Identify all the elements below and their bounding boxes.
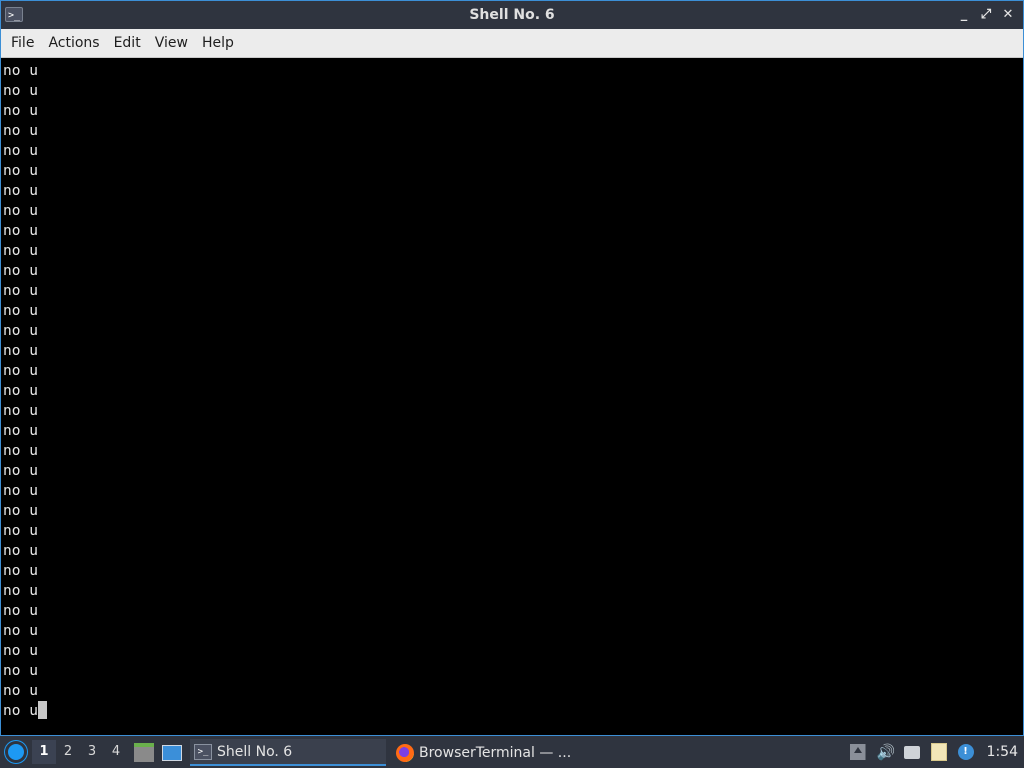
terminal-line: no u <box>3 163 38 179</box>
menu-view[interactable]: View <box>148 29 195 58</box>
terminal-line: no u <box>3 63 38 79</box>
menu-bar: File Actions Edit View Help <box>1 29 1023 58</box>
terminal-line: no u <box>3 243 38 259</box>
desktop-4-button[interactable]: 4 <box>104 740 128 764</box>
volume-icon[interactable]: 🔊 <box>877 744 896 760</box>
terminal-line: no u <box>3 643 38 659</box>
terminal-line: no u <box>3 543 38 559</box>
file-manager-icon[interactable] <box>134 743 154 762</box>
terminal-line: no u <box>3 503 38 519</box>
window-title: Shell No. 6 <box>469 7 555 23</box>
terminal-line: no u <box>3 463 38 479</box>
terminal-output[interactable]: no u no u no u no u no u no u no u no u no u no u… <box>1 59 1023 735</box>
terminal-line: no u <box>3 123 38 139</box>
firefox-icon <box>396 743 414 762</box>
task-shell-label: Shell No. 6 <box>217 743 293 760</box>
close-button[interactable]: ✕ <box>999 6 1017 24</box>
clipboard-icon[interactable] <box>930 743 947 761</box>
terminal-line: no u <box>3 223 38 239</box>
desktop-3-button[interactable]: 3 <box>80 740 104 764</box>
terminal-line: no u <box>3 283 38 299</box>
terminal-scrollbar[interactable] <box>1011 59 1023 735</box>
terminal-line: no u <box>3 563 38 579</box>
notification-icon[interactable]: ! <box>957 744 974 760</box>
terminal-line: no u <box>3 303 38 319</box>
terminal-cursor <box>37 701 47 719</box>
terminal-line: no u <box>3 263 38 279</box>
show-desktop-icon[interactable] <box>162 745 182 761</box>
terminal-lines: no u no u no u no u no u no u no u no u no u no u… <box>3 61 47 721</box>
terminal-line: no u <box>3 523 38 539</box>
terminal-line: no u <box>3 103 38 119</box>
terminal-line: no u <box>3 363 38 379</box>
desktop-switcher: 1 2 3 4 <box>32 740 128 764</box>
window-controls: _ ⤢ ✕ <box>955 1 1017 29</box>
terminal-line: no u <box>3 143 38 159</box>
taskbar: 1 2 3 4 >_ Shell No. 6 BrowserTerminal —… <box>0 736 1024 768</box>
terminal-line: no u <box>3 343 38 359</box>
terminal-line: no u <box>3 423 38 439</box>
terminal-prompt-line: no u <box>3 701 47 721</box>
menu-file[interactable]: File <box>4 29 41 58</box>
terminal-window: >_ Shell No. 6 _ ⤢ ✕ File Actions Edit V… <box>0 0 1024 736</box>
terminal-line: no u <box>3 683 38 699</box>
task-shell[interactable]: >_ Shell No. 6 <box>190 739 386 766</box>
terminal-line: no u <box>3 443 38 459</box>
terminal-line: no u <box>3 323 38 339</box>
clock[interactable]: 1:54 <box>987 744 1018 760</box>
terminal-line: no u <box>3 403 38 419</box>
network-icon[interactable] <box>903 745 920 759</box>
system-tray: 🔊 ! 1:54 <box>849 736 1024 768</box>
terminal-icon: >_ <box>194 743 212 760</box>
terminal-line: no u <box>3 483 38 499</box>
menu-actions[interactable]: Actions <box>41 29 106 58</box>
app-menu-icon[interactable] <box>5 741 27 763</box>
window-titlebar[interactable]: >_ Shell No. 6 _ ⤢ ✕ <box>1 1 1023 29</box>
desktop-1-button[interactable]: 1 <box>32 740 56 764</box>
menu-edit[interactable]: Edit <box>107 29 148 58</box>
terminal-line: no u <box>3 603 38 619</box>
terminal-line: no u <box>3 183 38 199</box>
terminal-line: no u <box>3 623 38 639</box>
maximize-button[interactable]: ⤢ <box>977 6 995 24</box>
terminal-line: no u <box>3 203 38 219</box>
tray-expand-icon[interactable] <box>849 744 866 760</box>
terminal-line: no u <box>3 83 38 99</box>
task-browser-label: BrowserTerminal — ... <box>419 744 572 761</box>
menu-help[interactable]: Help <box>195 29 241 58</box>
terminal-line: no u <box>3 383 38 399</box>
terminal-line: no u <box>3 583 38 599</box>
terminal-prompt-text: no u <box>3 703 38 719</box>
minimize-button[interactable]: _ <box>955 6 973 24</box>
task-browser[interactable]: BrowserTerminal — ... <box>392 739 588 766</box>
terminal-line: no u <box>3 663 38 679</box>
desktop-2-button[interactable]: 2 <box>56 740 80 764</box>
